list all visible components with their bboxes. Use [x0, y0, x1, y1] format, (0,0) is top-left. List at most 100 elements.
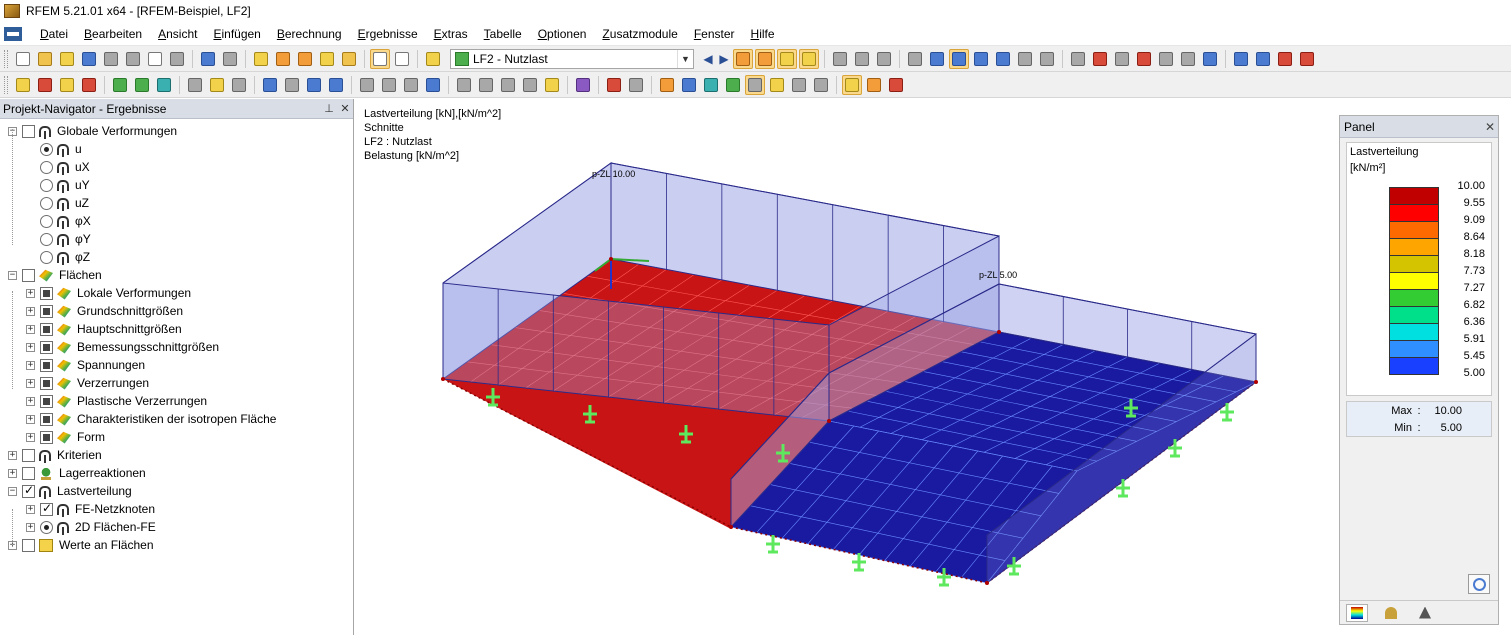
- solid-load-icon[interactable]: [701, 75, 721, 95]
- node-icon[interactable]: [13, 75, 33, 95]
- menu-berechnung[interactable]: Berechnung: [269, 22, 350, 46]
- menu-optionen[interactable]: Optionen: [530, 22, 595, 46]
- menu-extras[interactable]: Extras: [426, 22, 476, 46]
- radio-button[interactable]: [40, 520, 53, 534]
- menu-ergebnisse[interactable]: Ergebnisse: [350, 22, 426, 46]
- member-icon[interactable]: [57, 75, 77, 95]
- balance-tab-icon[interactable]: [1380, 604, 1402, 622]
- tree-node[interactable]: + Plastische Verzerrungen: [26, 392, 207, 410]
- page-setup-icon[interactable]: [167, 49, 187, 69]
- model-scene[interactable]: p-ZL 10.00 p-ZL 5.00: [359, 99, 1335, 635]
- tree-node[interactable]: − Globale Verformungen: [8, 122, 177, 140]
- pdf-export-icon[interactable]: [1275, 49, 1295, 69]
- tree-node[interactable]: + Bemessungsschnittgrößen: [26, 338, 219, 356]
- tree-node[interactable]: φX: [26, 212, 91, 230]
- menu-einfügen[interactable]: Einfügen: [205, 22, 268, 46]
- mesh-display-icon[interactable]: [745, 74, 765, 95]
- expand-icon[interactable]: +: [26, 396, 35, 406]
- radio-button[interactable]: [40, 232, 53, 246]
- menu-ansicht[interactable]: Ansicht: [150, 22, 205, 46]
- divide-icon[interactable]: [1156, 49, 1176, 69]
- menu-tabelle[interactable]: Tabelle: [476, 22, 530, 46]
- collapse-icon[interactable]: −: [8, 486, 17, 496]
- connect-icon[interactable]: [1178, 49, 1198, 69]
- perspective-icon[interactable]: [401, 75, 421, 95]
- hinge-icon[interactable]: [229, 75, 249, 95]
- radio-button[interactable]: [40, 142, 53, 156]
- tree-node[interactable]: + FE-Netzknoten: [26, 500, 155, 518]
- print-preview-icon[interactable]: [145, 49, 165, 69]
- expand-icon[interactable]: +: [26, 522, 35, 532]
- chevron-down-icon[interactable]: ▼: [677, 49, 693, 68]
- display-z-icon[interactable]: [498, 75, 518, 95]
- expand-icon[interactable]: +: [26, 414, 35, 424]
- menu-zusatzmodule[interactable]: Zusatzmodule: [594, 22, 685, 46]
- edit-icon[interactable]: [251, 49, 271, 69]
- expand-icon[interactable]: +: [26, 342, 35, 352]
- solid-icon[interactable]: [132, 75, 152, 95]
- results-on-icon[interactable]: [733, 48, 753, 69]
- tree-node[interactable]: − Flächen: [8, 266, 102, 284]
- tree-node[interactable]: +2D Flächen-FE: [26, 518, 156, 536]
- delete-icon[interactable]: [1134, 49, 1154, 69]
- tree-node[interactable]: + Grundschnittgrößen: [26, 302, 183, 320]
- move-icon[interactable]: [1090, 49, 1110, 69]
- tree-node[interactable]: + Kriterien: [8, 446, 102, 464]
- checkbox[interactable]: [40, 286, 53, 300]
- expand-icon[interactable]: +: [26, 288, 35, 298]
- opening-icon[interactable]: [154, 75, 174, 95]
- wireframe-icon[interactable]: [357, 75, 377, 95]
- menu-hilfe[interactable]: Hilfe: [743, 22, 783, 46]
- display-x-icon[interactable]: [454, 75, 474, 95]
- tree-node[interactable]: + Lokale Verformungen: [26, 284, 191, 302]
- checkbox[interactable]: [22, 268, 35, 282]
- open-folder-icon[interactable]: [35, 49, 55, 69]
- model-viewport[interactable]: p-ZL 10.00 p-ZL 5.00 Lastverteilung [kN],…: [359, 99, 1335, 635]
- color-scale-tab-icon[interactable]: [1346, 603, 1368, 622]
- tree-node[interactable]: − Lastverteilung: [8, 482, 132, 500]
- toolbar-grip[interactable]: [4, 75, 8, 94]
- checkbox[interactable]: [40, 304, 53, 318]
- table-toggle-icon[interactable]: [392, 49, 412, 69]
- mdi-window-icon[interactable]: [4, 26, 22, 41]
- new-file-icon[interactable]: [13, 49, 33, 69]
- load-icon[interactable]: [657, 75, 677, 95]
- measure-icon[interactable]: [1068, 49, 1088, 69]
- section-line-icon[interactable]: [604, 75, 624, 95]
- show-icon[interactable]: [317, 49, 337, 69]
- show-results-icon[interactable]: [777, 48, 797, 69]
- checkbox[interactable]: [22, 124, 35, 138]
- object-snap-icon[interactable]: [949, 48, 969, 69]
- dimension-line-icon[interactable]: [626, 75, 646, 95]
- tree-node[interactable]: + Spannungen: [26, 356, 145, 374]
- factor-tab-icon[interactable]: [1414, 604, 1436, 622]
- radio-button[interactable]: [40, 214, 53, 228]
- workplane-icon[interactable]: [971, 49, 991, 69]
- rotate-icon[interactable]: [295, 49, 315, 69]
- result-values-icon[interactable]: [755, 48, 775, 69]
- view-y-icon[interactable]: [282, 75, 302, 95]
- coordinates-icon[interactable]: [993, 49, 1013, 69]
- tree-node[interactable]: + Charakteristiken der isotropen Fläche: [26, 410, 276, 428]
- checkbox[interactable]: [40, 430, 53, 444]
- view-x-icon[interactable]: [260, 75, 280, 95]
- coordinate-system-icon[interactable]: [542, 75, 562, 95]
- tree-node[interactable]: + Lagerreaktionen: [8, 464, 146, 482]
- panel-toggle-icon[interactable]: [842, 74, 862, 95]
- member-set-icon[interactable]: [79, 75, 99, 95]
- snap-icon[interactable]: [927, 49, 947, 69]
- animation-icon[interactable]: [830, 49, 850, 69]
- menu-bearbeiten[interactable]: Bearbeiten: [76, 22, 150, 46]
- transparency-icon[interactable]: [423, 75, 443, 95]
- tree-node[interactable]: φZ: [26, 248, 90, 266]
- load-case-select[interactable]: LF2 - Nutzlast ▼: [450, 48, 694, 69]
- hide-icon[interactable]: [339, 49, 359, 69]
- checkbox[interactable]: [22, 538, 35, 552]
- checkbox[interactable]: [40, 394, 53, 408]
- radio-button[interactable]: [40, 196, 53, 210]
- checkbox[interactable]: [40, 501, 53, 516]
- tree-node[interactable]: uY: [26, 176, 90, 194]
- tree-node[interactable]: φY: [26, 230, 91, 248]
- zoom-icon[interactable]: [273, 49, 293, 69]
- rendering-icon[interactable]: [379, 75, 399, 95]
